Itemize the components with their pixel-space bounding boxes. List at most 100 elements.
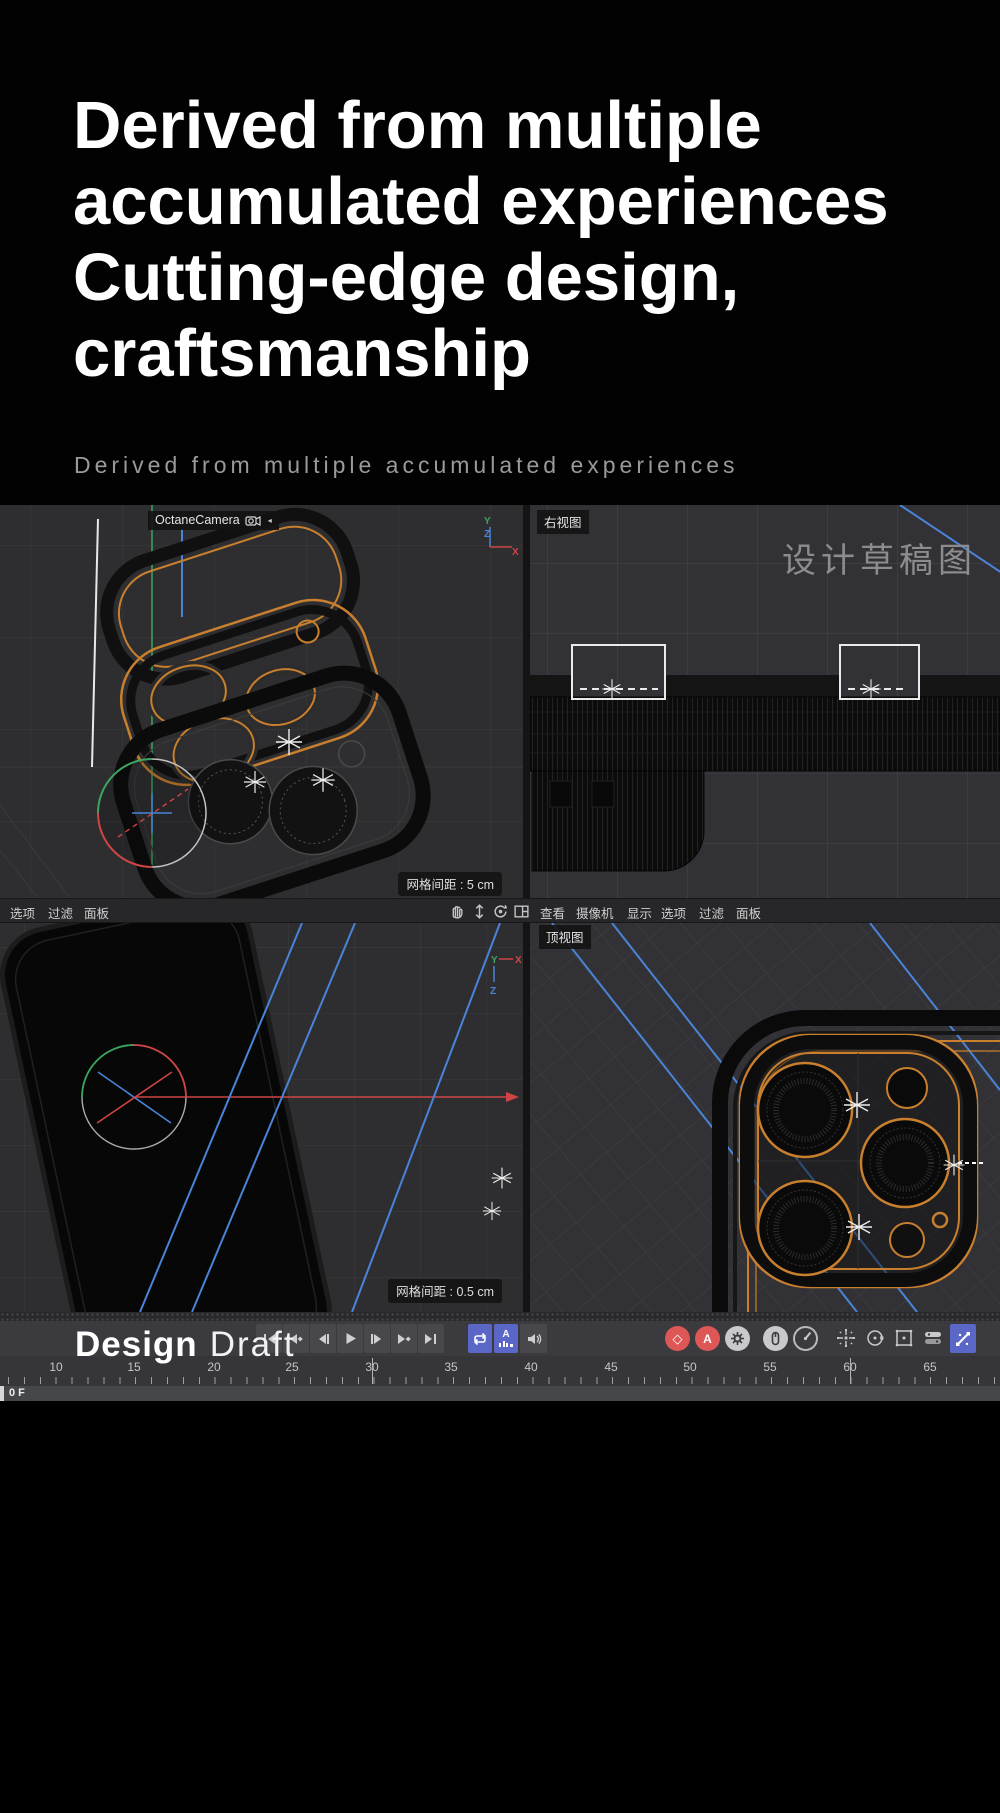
viewport-menu-bar: 选项 过滤 面板 查看 摄像机 显示 选项 过滤 面板 bbox=[0, 898, 1000, 923]
keyframe-diamond-icon: ◇ bbox=[673, 1332, 683, 1345]
layers-toggle-button[interactable] bbox=[920, 1325, 946, 1351]
svg-text:X: X bbox=[512, 547, 519, 558]
rotate-view-icon[interactable] bbox=[492, 903, 509, 920]
scale-tool-button[interactable] bbox=[891, 1325, 917, 1351]
ruler-mark: 20 bbox=[206, 1360, 222, 1374]
play-button[interactable] bbox=[337, 1324, 363, 1353]
ruler-mark: 65 bbox=[922, 1360, 938, 1374]
current-frame-label: 0 F bbox=[9, 1387, 25, 1399]
dial-icon bbox=[795, 1328, 816, 1349]
loop-playback-button[interactable] bbox=[468, 1324, 492, 1353]
ruler-mark: 50 bbox=[682, 1360, 698, 1374]
menu-item-options[interactable]: 选项 bbox=[10, 903, 35, 922]
autokey-button[interactable]: A bbox=[695, 1326, 720, 1351]
title-line: accumulated experiences bbox=[73, 164, 889, 240]
mouse-icon bbox=[768, 1331, 783, 1346]
play-icon bbox=[344, 1332, 357, 1345]
scale-icon bbox=[894, 1328, 914, 1348]
viewport-toggle-icon[interactable] bbox=[513, 903, 530, 920]
svg-text:Y: Y bbox=[491, 955, 498, 966]
mouse-record-button[interactable] bbox=[763, 1326, 788, 1351]
grid-spacing-label: 网格间距 : 5 cm bbox=[398, 872, 502, 896]
autokey-hud-button[interactable]: A bbox=[494, 1324, 518, 1353]
hero-section: Derived from multiple accumulated experi… bbox=[0, 0, 1000, 505]
move-icon bbox=[836, 1328, 856, 1348]
goto-start-button[interactable] bbox=[256, 1324, 282, 1353]
goto-end-button[interactable] bbox=[418, 1324, 444, 1353]
ruler-mark: 35 bbox=[443, 1360, 459, 1374]
prev-frame-button[interactable] bbox=[310, 1324, 336, 1353]
title-line: craftsmanship bbox=[73, 316, 889, 392]
playhead-cursor[interactable] bbox=[0, 1386, 4, 1401]
animation-toolbar: A ‹ 0 F › ◇ A bbox=[0, 1321, 1000, 1356]
next-key-button[interactable] bbox=[391, 1324, 417, 1353]
menu-item-cameras[interactable]: 摄像机 bbox=[576, 903, 614, 922]
page: Derived from multiple accumulated experi… bbox=[0, 0, 1000, 1813]
title-line: Derived from multiple bbox=[73, 88, 889, 164]
camera-icon bbox=[245, 514, 263, 527]
watermark-text: 设计草稿图 bbox=[782, 533, 977, 582]
menu-item-options2[interactable]: 选项 bbox=[661, 903, 686, 922]
page-title: Derived from multiple accumulated experi… bbox=[73, 88, 889, 392]
next-frame-button[interactable] bbox=[364, 1324, 390, 1353]
menu-item-filter[interactable]: 过滤 bbox=[48, 903, 73, 922]
svg-text:X: X bbox=[515, 955, 522, 966]
viewport-workspace: OctaneCamera ◂ Y Z X 网格间距 : 5 cm bbox=[0, 505, 1000, 1312]
pan-hand-icon[interactable] bbox=[448, 903, 465, 920]
axis-lock-button[interactable] bbox=[950, 1324, 976, 1353]
timeline-ruler[interactable]: 10 15 20 25 30 35 40 45 50 55 60 65 bbox=[0, 1356, 1000, 1386]
ruler-mark: 25 bbox=[284, 1360, 300, 1374]
ruler-mark: 40 bbox=[523, 1360, 539, 1374]
axis-gizmo-icon: Y X Z bbox=[483, 951, 523, 997]
menu-item-filter2[interactable]: 过滤 bbox=[699, 903, 724, 922]
phone-scene bbox=[0, 923, 523, 1312]
viewport-phone-view[interactable]: Y X Z 网格间距 : 0.5 cm bbox=[0, 923, 523, 1312]
autokey-hud-icon: A bbox=[499, 1330, 513, 1347]
camera-module-scene bbox=[530, 923, 1000, 1312]
camera-marker-icon: ◂ bbox=[268, 516, 272, 525]
ruler-mark: 10 bbox=[48, 1360, 64, 1374]
timeline-dotted-strip bbox=[0, 1312, 1000, 1321]
loop-icon bbox=[472, 1332, 488, 1346]
zoom-updown-icon[interactable] bbox=[471, 903, 488, 920]
bottom-black-area bbox=[0, 1401, 1000, 1813]
axis-line-icon bbox=[954, 1330, 972, 1348]
motion-dial-button[interactable] bbox=[793, 1326, 818, 1351]
sound-button[interactable] bbox=[520, 1324, 547, 1353]
viewport-top-view[interactable]: 顶视图 bbox=[530, 923, 1000, 1312]
title-line: Cutting-edge design, bbox=[73, 240, 889, 316]
viewport-title[interactable]: 右视图 bbox=[537, 510, 589, 534]
menu-item-view[interactable]: 查看 bbox=[540, 903, 565, 922]
rotate-icon bbox=[865, 1328, 885, 1348]
ruler-mark: 15 bbox=[126, 1360, 142, 1374]
speaker-icon bbox=[526, 1332, 542, 1346]
record-keyframe-button[interactable]: ◇ bbox=[665, 1326, 690, 1351]
menu-item-panel2[interactable]: 面板 bbox=[736, 903, 761, 922]
viewport-title[interactable]: 顶视图 bbox=[539, 925, 591, 949]
gear-icon bbox=[730, 1331, 745, 1346]
svg-text:Z: Z bbox=[484, 529, 490, 540]
ruler-mark: 55 bbox=[762, 1360, 778, 1374]
goto-end-icon bbox=[424, 1333, 438, 1345]
menu-item-panel[interactable]: 面板 bbox=[84, 903, 109, 922]
rotate-tool-button[interactable] bbox=[862, 1325, 888, 1351]
goto-start-icon bbox=[262, 1333, 276, 1345]
perspective-scene bbox=[0, 505, 523, 898]
ruler-ticks bbox=[0, 1377, 1000, 1384]
menu-item-display[interactable]: 显示 bbox=[627, 903, 652, 922]
keying-settings-button[interactable] bbox=[725, 1326, 750, 1351]
prev-key-icon bbox=[289, 1333, 304, 1345]
next-key-icon bbox=[397, 1333, 412, 1345]
ruler-mark: 45 bbox=[603, 1360, 619, 1374]
prev-key-button[interactable] bbox=[283, 1324, 309, 1353]
svg-text:Y: Y bbox=[484, 516, 491, 527]
camera-label[interactable]: OctaneCamera ◂ bbox=[148, 511, 279, 530]
prev-frame-icon bbox=[316, 1333, 330, 1345]
frame-position-strip[interactable]: 0 F bbox=[0, 1386, 1000, 1401]
page-subtitle: Derived from multiple accumulated experi… bbox=[74, 452, 739, 479]
viewport-perspective[interactable]: OctaneCamera ◂ Y Z X 网格间距 : 5 cm bbox=[0, 505, 523, 898]
layer-pills-icon bbox=[923, 1328, 943, 1348]
move-tool-button[interactable] bbox=[833, 1325, 859, 1351]
viewport-right-view[interactable]: 右视图 设计草稿图 bbox=[530, 505, 1000, 898]
svg-text:Z: Z bbox=[490, 986, 496, 997]
